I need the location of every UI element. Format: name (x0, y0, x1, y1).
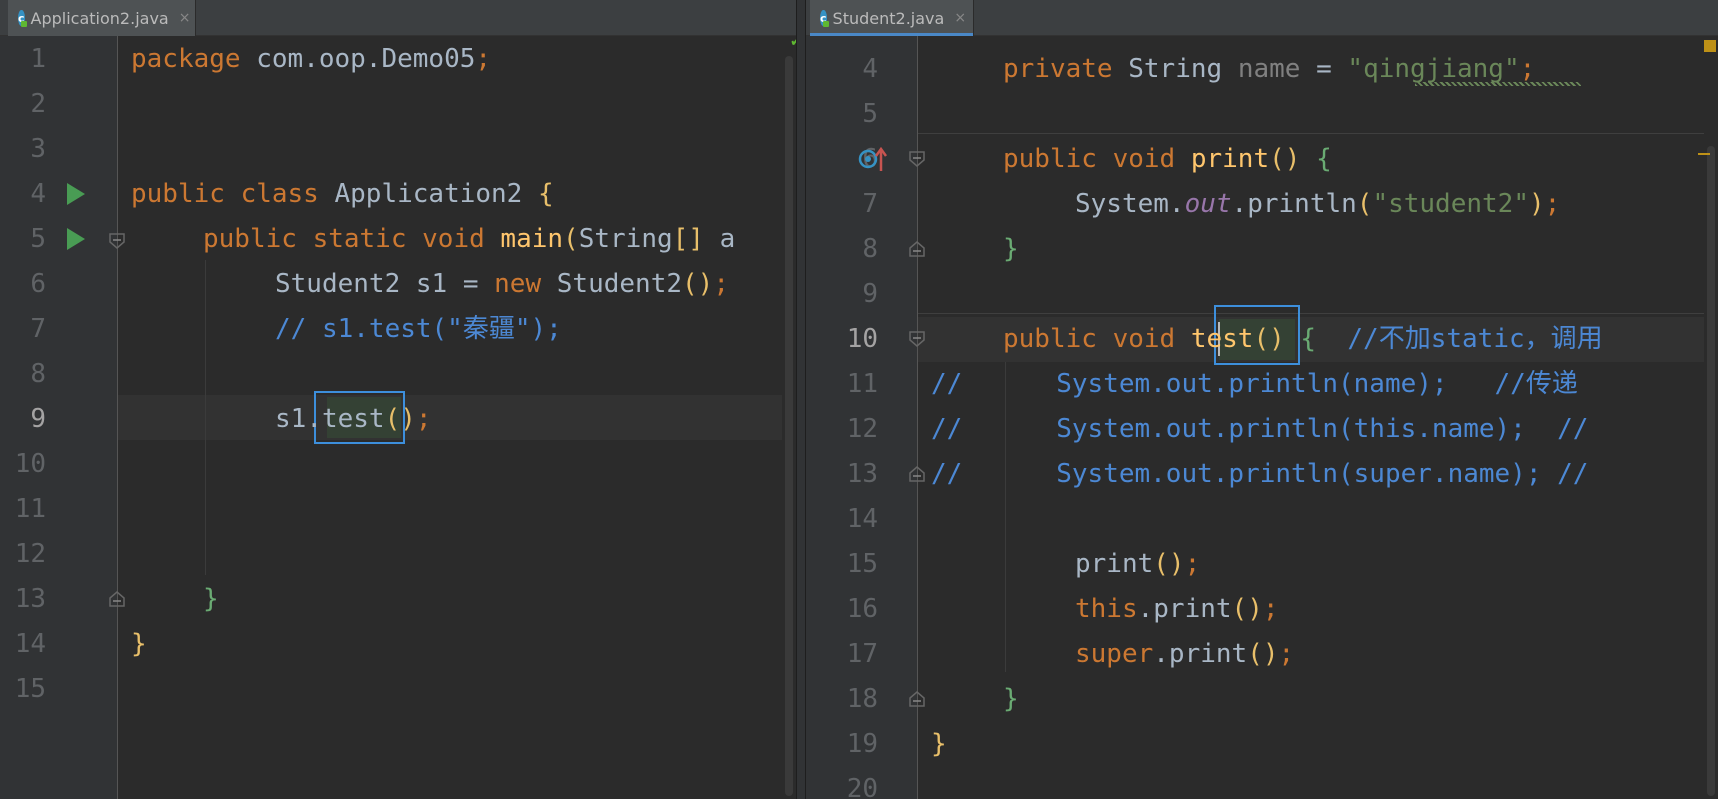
line-number: 1 (30, 44, 46, 74)
fold-icon[interactable] (908, 465, 926, 483)
line-number: 7 (862, 189, 878, 219)
line-number: 6 (30, 269, 46, 299)
fold-icon[interactable] (908, 150, 926, 168)
line-number: 19 (846, 729, 878, 759)
string-qingjiang: qingjiang (1363, 54, 1504, 84)
line-number-current: 9 (30, 404, 46, 434)
line-number: 10 (14, 449, 46, 479)
line-number: 4 (862, 54, 878, 84)
code-line-19: } (931, 729, 947, 759)
left-tab-bar: c Application2.java × (0, 0, 796, 36)
warning-marker[interactable] (1704, 40, 1716, 52)
method-call-test[interactable]: test (322, 404, 385, 434)
line-number: 17 (846, 639, 878, 669)
close-icon[interactable]: × (954, 10, 966, 26)
override-icon[interactable] (858, 146, 888, 173)
line-number: 5 (862, 99, 878, 129)
line-number: 14 (14, 629, 46, 659)
left-editor-pane: c Application2.java × 1 2 3 4 5 6 7 8 9 … (0, 0, 796, 799)
java-class-icon: c (820, 10, 828, 27)
code-line-14: } (131, 629, 147, 659)
scroll-thumb[interactable] (1707, 146, 1715, 796)
code-line-13-comment: // System.out.println(super.name); // (931, 459, 1589, 489)
line-number: 20 (846, 774, 878, 799)
code-line-16: this.print(); (1075, 594, 1279, 624)
line-number: 4 (30, 179, 46, 209)
code-line-10[interactable]: public void test() { //不加static，调用 (1003, 317, 1603, 362)
line-number: 16 (846, 594, 878, 624)
code-line-15: print(); (1075, 549, 1201, 579)
editor-splitter[interactable] (796, 0, 806, 799)
fold-icon[interactable] (908, 240, 926, 258)
line-number: 2 (30, 89, 46, 119)
tab-label: Application2.java (30, 8, 169, 28)
code-line-4: public class Application2 { (131, 179, 554, 209)
close-icon[interactable]: × (179, 10, 191, 26)
right-scrollbar[interactable] (1704, 36, 1718, 799)
tab-student2-java[interactable]: c Student2.java × (810, 0, 974, 36)
change-marker (1698, 153, 1710, 155)
code-line-12-comment: // System.out.println(this.name); // (931, 414, 1589, 444)
line-number: 18 (846, 684, 878, 714)
line-number: 7 (30, 314, 46, 344)
line-number: 9 (862, 279, 878, 309)
code-line-13: } (203, 584, 219, 614)
line-number: 12 (14, 539, 46, 569)
line-number: 8 (862, 234, 878, 264)
fold-icon[interactable] (908, 330, 926, 348)
tab-label: Student2.java (832, 8, 945, 28)
indent-guide (205, 260, 206, 575)
code-line-18: } (1003, 684, 1019, 714)
line-number: 15 (846, 549, 878, 579)
line-number: 8 (30, 359, 46, 389)
method-separator (918, 133, 1704, 134)
code-line-17: super.print(); (1075, 639, 1295, 669)
code-line-7-comment: // s1.test("秦疆"); (275, 314, 562, 344)
right-editor-pane: c Student2.java × 4 5 6 7 8 9 10 11 12 1… (806, 0, 1718, 799)
current-line-highlight (118, 395, 782, 440)
method-separator (918, 313, 1704, 314)
line-number: 15 (14, 674, 46, 704)
code-line-7: System.out.println("student2"); (1075, 189, 1561, 219)
code-line-6: public void print() { (1003, 144, 1332, 174)
fold-icon[interactable] (108, 590, 126, 608)
code-line-1: package com.oop.Demo05; (131, 44, 492, 74)
code-line-6: Student2 s1 = new Student2(); (275, 269, 729, 299)
code-line-8: } (1003, 234, 1019, 264)
line-number: 13 (14, 584, 46, 614)
line-number: 11 (14, 494, 46, 524)
java-class-icon: c (18, 10, 26, 27)
fold-icon[interactable] (108, 232, 126, 250)
method-decl-test[interactable]: test (1191, 324, 1254, 354)
code-line-9[interactable]: s1.test(); (275, 397, 432, 442)
line-number: 3 (30, 134, 46, 164)
scroll-thumb[interactable] (785, 56, 793, 796)
line-number: 11 (846, 369, 878, 399)
fold-icon[interactable] (908, 690, 926, 708)
tab-application2-java[interactable]: c Application2.java × (8, 0, 196, 36)
right-tab-bar: c Student2.java × (806, 0, 1718, 36)
line-number: 13 (846, 459, 878, 489)
line-number: 5 (30, 224, 46, 254)
left-scrollbar[interactable] (782, 36, 796, 799)
run-main-icon[interactable] (67, 228, 85, 250)
run-class-icon[interactable] (67, 183, 85, 205)
typo-squiggle (1415, 82, 1581, 86)
line-number-current: 10 (846, 324, 878, 354)
code-line-5: public static void main(String[] a (203, 224, 736, 254)
code-line-11-comment: // System.out.println(name); //传递 (931, 369, 1578, 399)
line-number: 12 (846, 414, 878, 444)
line-number: 14 (846, 504, 878, 534)
